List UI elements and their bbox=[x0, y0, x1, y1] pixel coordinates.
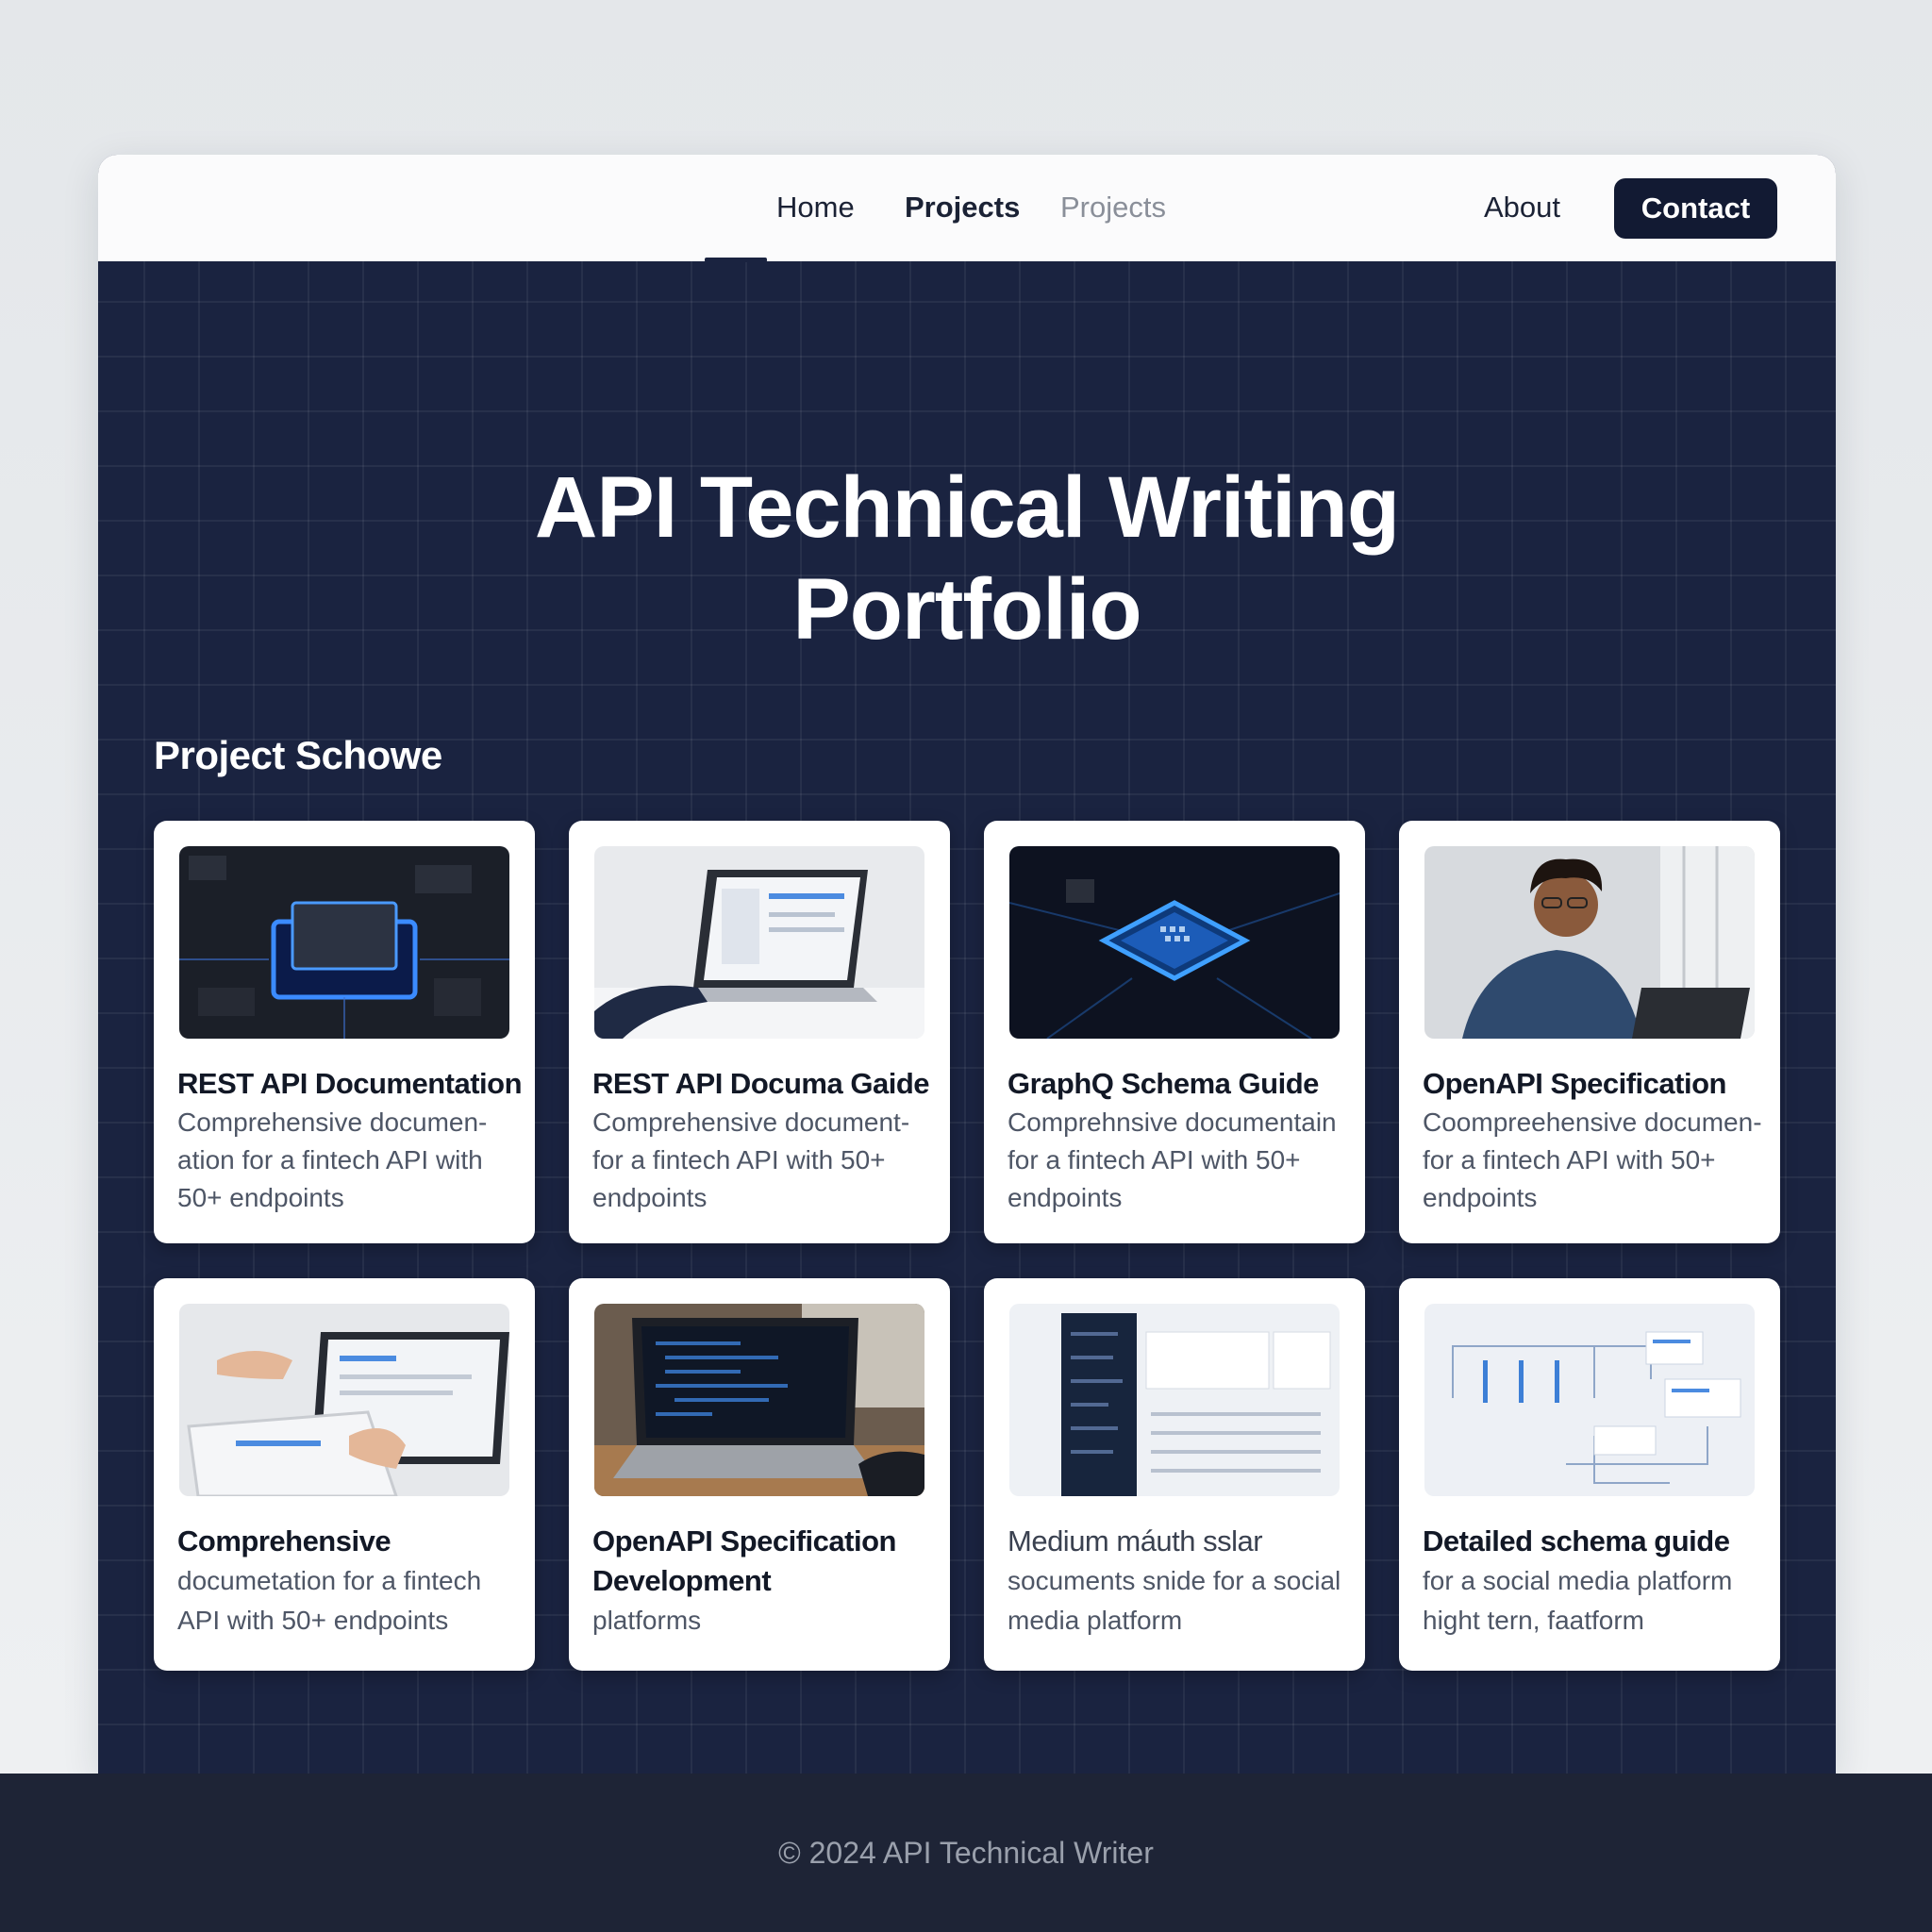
project-card[interactable]: GraphQ Schema Guide Comprehnsive documen… bbox=[984, 821, 1365, 1243]
top-navigation: Home Projects Projects About Contact bbox=[98, 155, 1836, 261]
project-title: Medium máuth sslar bbox=[1008, 1524, 1263, 1557]
project-description: documetation for a fintech API with 50+ … bbox=[177, 1566, 482, 1635]
project-description: Comprehnsive documentain for a fintech A… bbox=[1008, 1108, 1337, 1212]
project-description: for a social media platform hight tern, … bbox=[1423, 1566, 1733, 1635]
section-title: Project Schowe bbox=[154, 733, 442, 777]
project-title: OpenAPI Specification bbox=[1423, 1067, 1726, 1100]
tablet-laptop-image bbox=[179, 1304, 509, 1496]
dashboard-ui-image bbox=[1009, 1304, 1340, 1496]
project-title: REST API Documentation bbox=[177, 1067, 523, 1100]
laptop-docs-image bbox=[594, 846, 924, 1039]
person-laptop-image bbox=[1424, 846, 1755, 1039]
project-card[interactable]: REST API Documentation Comprehensive doc… bbox=[154, 821, 535, 1243]
project-title: REST API Documa Gaide bbox=[592, 1067, 930, 1100]
schema-diagram-image bbox=[1424, 1304, 1755, 1496]
project-description: socuments snide for a social media platf… bbox=[1008, 1566, 1341, 1635]
project-card[interactable]: Detailed schema guide for a social media… bbox=[1399, 1278, 1780, 1671]
code-laptop-image bbox=[594, 1304, 924, 1496]
browser-window: Home Projects Projects About Contact API… bbox=[98, 155, 1836, 1774]
project-description: Comprehensive document- for a fintech AP… bbox=[592, 1108, 910, 1212]
project-title: Comprehensive bbox=[177, 1524, 391, 1557]
project-title: GraphQ Schema Guide bbox=[1008, 1067, 1319, 1100]
project-card[interactable]: OpenAPI Specification Coompreehensive do… bbox=[1399, 821, 1780, 1243]
project-title: Detailed schema guide bbox=[1423, 1524, 1730, 1557]
circuit-chip-image bbox=[179, 846, 509, 1039]
nav-home-link[interactable]: Home bbox=[776, 189, 855, 226]
project-title: OpenAPI Specification Development bbox=[592, 1524, 896, 1597]
nav-projects-secondary-link[interactable]: Projects bbox=[1060, 189, 1166, 226]
hero-title: API Technical Writing Portfolio bbox=[98, 457, 1836, 660]
project-card[interactable]: OpenAPI Specification Development platfo… bbox=[569, 1278, 950, 1671]
project-card[interactable]: Medium máuth sslar socuments snide for a… bbox=[984, 1278, 1365, 1671]
footer-copyright: © 2024 API Technical Writer bbox=[778, 1836, 1154, 1870]
hero-title-line-1: API Technical Writing bbox=[534, 459, 1400, 556]
page-footer: © 2024 API Technical Writer bbox=[0, 1774, 1932, 1932]
project-card[interactable]: REST API Documa Gaide Comprehensive docu… bbox=[569, 821, 950, 1243]
contact-button[interactable]: Contact bbox=[1614, 178, 1777, 239]
nav-about-link[interactable]: About bbox=[1484, 189, 1560, 226]
nav-projects-link[interactable]: Projects bbox=[905, 189, 1020, 226]
active-tab-indicator bbox=[705, 258, 767, 262]
project-description: platforms bbox=[592, 1606, 702, 1635]
glowing-chip-image bbox=[1009, 846, 1340, 1039]
hero-title-line-2: Portfolio bbox=[792, 561, 1141, 658]
project-description: Coompreehensive documen- for a fintech A… bbox=[1423, 1108, 1762, 1212]
project-description: Comprehensive documen- ation for a finte… bbox=[177, 1108, 488, 1212]
project-card[interactable]: Comprehensive documetation for a fintech… bbox=[154, 1278, 535, 1671]
